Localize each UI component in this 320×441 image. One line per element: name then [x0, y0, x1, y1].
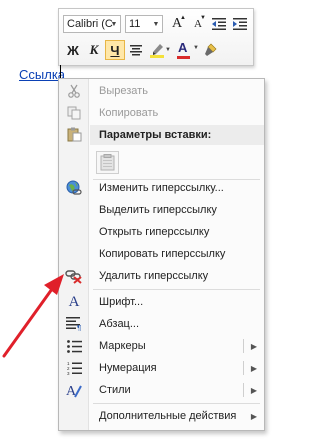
split-separator — [243, 383, 244, 397]
annotation-arrow — [2, 274, 64, 358]
font-color-swatch — [177, 56, 190, 59]
bold-button[interactable]: Ж — [63, 40, 83, 60]
menu-item-copy-hyperlink[interactable]: Копировать гиперссылку — [59, 244, 264, 264]
menu-item-font[interactable]: A Шрифт... — [59, 292, 264, 312]
grow-font-icon: ▲ — [180, 15, 186, 21]
shrink-font-icon: ▼ — [200, 15, 206, 21]
menu-item-label: Стили — [99, 384, 131, 396]
decrease-indent-icon — [212, 18, 226, 30]
svg-text:¶: ¶ — [77, 324, 81, 331]
format-painter-button[interactable] — [201, 40, 221, 60]
font-size-combo[interactable]: 11 ▼ — [125, 15, 163, 33]
increase-indent-icon — [233, 18, 247, 30]
menu-item-label: Вырезать — [99, 85, 148, 97]
highlight-color-button[interactable]: ▼ — [147, 40, 173, 60]
numbering-icon: 123 — [65, 360, 83, 376]
italic-label: К — [89, 42, 99, 57]
decrease-indent-button[interactable] — [209, 14, 229, 34]
font-name-value: Calibri (С — [67, 18, 113, 30]
menu-item-label: Нумерация — [99, 362, 157, 374]
paintbrush-icon — [205, 43, 217, 56]
chevron-down-icon[interactable]: ▼ — [193, 45, 199, 51]
globe-link-icon — [65, 180, 83, 196]
svg-text:3: 3 — [67, 371, 70, 375]
menu-item-label: Дополнительные действия — [99, 410, 237, 422]
menu-item-open-hyperlink[interactable]: Открыть гиперссылку — [59, 222, 264, 242]
context-menu: Вырезать Копировать Параметры вставки: И… — [58, 78, 265, 431]
menu-item-label: Абзац... — [99, 318, 140, 330]
arrow-shaft — [2, 287, 54, 358]
split-separator — [243, 361, 244, 375]
menu-separator — [93, 289, 260, 290]
menu-item-numbering[interactable]: 123 Нумерация ▶ — [59, 358, 264, 378]
submenu-arrow-icon[interactable]: ▶ — [251, 342, 257, 351]
font-size-value: 11 — [129, 18, 141, 30]
font-color-icon: A — [178, 40, 188, 55]
paste-option-button[interactable] — [96, 151, 119, 174]
menu-item-label: Копировать гиперссылку — [99, 248, 226, 260]
align-center-icon — [130, 44, 142, 55]
shrink-font-button[interactable]: A ▼ — [188, 14, 208, 34]
mini-toolbar-row-2: Ж К Ч ▼ A ▼ — [63, 40, 222, 60]
menu-item-edit-hyperlink[interactable]: Изменить гиперссылку... — [59, 178, 264, 198]
scissors-icon — [65, 83, 83, 99]
menu-separator — [93, 403, 260, 404]
chevron-down-icon[interactable]: ▼ — [109, 16, 119, 32]
submenu-arrow-icon[interactable]: ▶ — [251, 386, 257, 395]
font-name-combo[interactable]: Calibri (С ▼ — [63, 15, 121, 33]
submenu-arrow-icon[interactable]: ▶ — [251, 412, 257, 421]
menu-item-bullets[interactable]: Маркеры ▶ — [59, 336, 264, 356]
underline-button[interactable]: Ч — [105, 40, 125, 60]
mini-toolbar-row-1: Calibri (С ▼ 11 ▼ A ▲ A ▼ — [63, 14, 251, 34]
copy-icon — [65, 105, 83, 121]
menu-item-select-hyperlink[interactable]: Выделить гиперссылку — [59, 200, 264, 220]
menu-item-label: Удалить гиперссылку — [99, 270, 209, 282]
menu-item-label: Шрифт... — [99, 296, 144, 308]
menu-item-copy[interactable]: Копировать — [59, 103, 264, 123]
styles-icon: A — [65, 382, 83, 398]
menu-item-paragraph[interactable]: ¶ Абзац... — [59, 314, 264, 334]
paste-options-title: Параметры вставки: — [99, 129, 212, 141]
submenu-arrow-icon[interactable]: ▶ — [251, 364, 257, 373]
font-color-button[interactable]: A ▼ — [174, 40, 200, 60]
menu-item-label: Выделить гиперссылку — [99, 204, 217, 216]
svg-text:▼: ▼ — [165, 47, 171, 53]
chevron-down-icon[interactable]: ▼ — [151, 16, 161, 32]
paste-icon — [66, 127, 84, 143]
menu-item-more-actions[interactable]: Дополнительные действия ▶ — [59, 406, 264, 426]
highlighter-icon: ▼ — [150, 44, 171, 58]
paste-options-header: Параметры вставки: — [90, 125, 264, 145]
mini-toolbar: Calibri (С ▼ 11 ▼ A ▲ A ▼ Ж К Ч ▼ A ▼ — [58, 8, 254, 66]
menu-item-styles[interactable]: A Стили ▶ — [59, 380, 264, 400]
menu-item-remove-hyperlink[interactable]: Удалить гиперссылку — [59, 266, 264, 286]
italic-button[interactable]: К — [84, 40, 104, 60]
increase-indent-button[interactable] — [230, 14, 250, 34]
grow-font-button[interactable]: A ▲ — [167, 14, 187, 34]
bold-label: Ж — [67, 42, 79, 58]
clipboard-icon — [100, 154, 115, 171]
menu-item-label: Маркеры — [99, 340, 146, 352]
menu-item-cut[interactable]: Вырезать — [59, 81, 264, 101]
menu-item-label: Копировать — [99, 107, 159, 119]
align-center-button[interactable] — [126, 40, 146, 60]
arrow-head-icon — [44, 274, 64, 295]
menu-item-label: Изменить гиперссылку... — [99, 182, 224, 194]
split-separator — [243, 339, 244, 353]
menu-item-label: Открыть гиперссылку — [99, 226, 210, 238]
underline-label: Ч — [110, 42, 120, 58]
